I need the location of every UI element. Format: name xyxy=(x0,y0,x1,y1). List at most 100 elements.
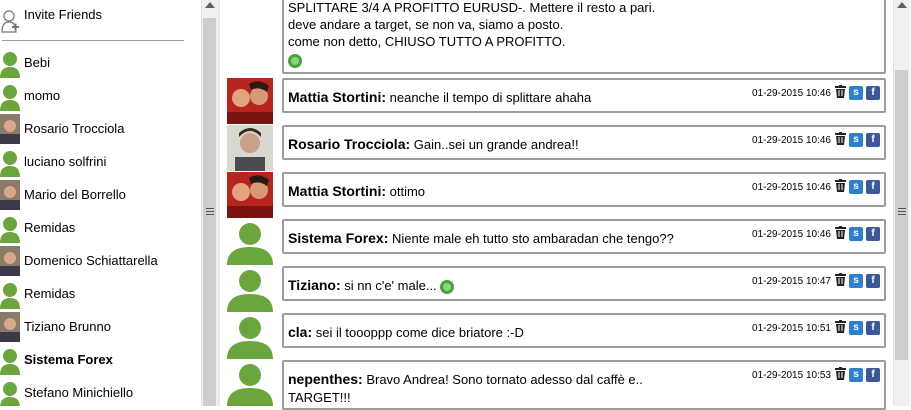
default-user-icon xyxy=(0,213,20,243)
sender-name[interactable]: cla: xyxy=(288,324,312,340)
user-list-item[interactable]: Remidas xyxy=(0,213,200,243)
message-content: Mattia Stortini: ottimo xyxy=(288,182,728,201)
facebook-icon[interactable]: f xyxy=(866,274,880,288)
user-list-item[interactable]: luciano solfrini xyxy=(0,147,200,177)
user-list-item[interactable]: Sistema Forex xyxy=(0,345,200,375)
trash-icon[interactable] xyxy=(835,132,846,148)
sender-name[interactable]: Mattia Stortini: xyxy=(288,183,386,199)
trash-icon[interactable] xyxy=(835,273,846,289)
message-bubble: SPLITTARE 3/4 A PROFITTO EURUSD-. Metter… xyxy=(282,0,886,74)
sidebar-divider xyxy=(2,40,184,41)
sidebar-scrollbar[interactable] xyxy=(201,0,218,406)
user-list-item[interactable]: Mario del Borrello xyxy=(0,180,200,210)
message-text: neanche il tempo di splittare ahaha xyxy=(389,90,592,105)
share-icon[interactable]: s xyxy=(849,368,863,382)
facebook-icon[interactable]: f xyxy=(866,86,880,100)
message-timestamp: 01-29-2015 10:46 xyxy=(752,181,831,193)
share-icon[interactable]: s xyxy=(849,180,863,194)
facebook-icon[interactable]: f xyxy=(866,227,880,241)
scroll-up-arrow-icon[interactable] xyxy=(897,2,907,8)
message-bubble: Rosario Trocciola: Gain..sei un grande a… xyxy=(282,125,886,160)
user-name: Domenico Schiattarella xyxy=(24,253,158,268)
avatar xyxy=(227,125,273,171)
message-bubble: cla: sei il toooppp come dice briatore :… xyxy=(282,313,886,348)
message-actions: 01-29-2015 10:46 s f xyxy=(752,85,880,101)
message-actions: 01-29-2015 10:46 s f xyxy=(752,132,880,148)
sender-name[interactable]: Mattia Stortini: xyxy=(288,89,386,105)
user-name: Stefano Minichiello xyxy=(24,385,134,400)
invite-friends-label: Invite Friends xyxy=(24,7,103,22)
user-list-item[interactable]: Bebi xyxy=(0,48,200,78)
facebook-icon[interactable]: f xyxy=(866,321,880,335)
message-content: Tiziano: si nn c'e' male... xyxy=(288,276,728,295)
smiley-icon xyxy=(440,279,455,294)
share-icon[interactable]: s xyxy=(849,321,863,335)
message-text: Bravo Andrea! Sono tornato adesso dal ca… xyxy=(366,372,643,387)
message-text: ottimo xyxy=(389,184,426,199)
user-list-item[interactable]: Rosario Trocciola xyxy=(0,114,200,144)
add-user-icon xyxy=(1,10,19,33)
user-name: Remidas xyxy=(24,220,76,235)
default-user-icon xyxy=(0,378,20,406)
message-bubble: nepenthes: Bravo Andrea! Sono tornato ad… xyxy=(282,360,886,410)
default-user-icon xyxy=(0,147,20,177)
default-user-icon xyxy=(0,81,20,111)
message-actions: 01-29-2015 10:51 s f xyxy=(752,320,880,336)
message-timestamp: 01-29-2015 10:53 xyxy=(752,369,831,381)
avatar xyxy=(0,114,20,144)
trash-icon[interactable] xyxy=(835,226,846,242)
user-name: Rosario Trocciola xyxy=(24,121,125,136)
sender-name[interactable]: nepenthes: xyxy=(288,371,363,387)
message-bubble: Mattia Stortini: ottimo 01-29-2015 10:46 s… xyxy=(282,172,886,207)
invite-friends-button[interactable]: Invite Friends xyxy=(0,0,200,40)
trash-icon[interactable] xyxy=(835,320,846,336)
message-actions: 01-29-2015 10:53 s f xyxy=(752,367,880,383)
user-list-item[interactable]: Stefano Minichiello xyxy=(0,378,200,406)
trash-icon[interactable] xyxy=(835,367,846,383)
user-list-item[interactable]: momo xyxy=(0,81,200,111)
message-text: sei il toooppp come dice briatore :-D xyxy=(315,325,524,340)
message-text-line: come non detto, CHIUSO TUTTO A PROFITTO. xyxy=(288,34,566,49)
message-text: si nn c'e' male... xyxy=(344,278,437,293)
default-user-icon xyxy=(227,360,273,406)
trash-icon[interactable] xyxy=(835,85,846,101)
trash-icon[interactable] xyxy=(835,179,846,195)
scroll-up-arrow-icon[interactable] xyxy=(205,2,215,8)
user-list-item[interactable]: Remidas xyxy=(0,279,200,309)
user-name: luciano solfrini xyxy=(24,154,107,169)
default-user-icon xyxy=(0,345,20,375)
scroll-grip-icon xyxy=(206,208,214,216)
message-timestamp: 01-29-2015 10:46 xyxy=(752,134,831,146)
message-actions: 01-29-2015 10:46 s f xyxy=(752,179,880,195)
avatar xyxy=(227,172,273,218)
avatar xyxy=(227,78,273,124)
share-icon[interactable]: s xyxy=(849,227,863,241)
message-timestamp: 01-29-2015 10:47 xyxy=(752,275,831,287)
sender-name[interactable]: Sistema Forex: xyxy=(288,230,388,246)
message-text-line: deve andare a target, se non va, siamo a… xyxy=(288,17,564,32)
chat-scrollbar[interactable] xyxy=(893,0,910,406)
share-icon[interactable]: s xyxy=(849,133,863,147)
user-name: Bebi xyxy=(24,55,51,70)
user-list-item[interactable]: Tiziano Brunno xyxy=(0,312,200,342)
user-list-item[interactable]: Domenico Schiattarella xyxy=(0,246,200,276)
avatar xyxy=(0,180,20,210)
message-timestamp: 01-29-2015 10:46 xyxy=(752,87,831,99)
message-content: Mattia Stortini: neanche il tempo di spl… xyxy=(288,88,728,107)
user-name: Mario del Borrello xyxy=(24,187,126,202)
default-user-icon xyxy=(0,48,20,78)
avatar xyxy=(0,246,20,276)
message-content: nepenthes: Bravo Andrea! Sono tornato ad… xyxy=(288,370,728,407)
facebook-icon[interactable]: f xyxy=(866,368,880,382)
user-name: Remidas xyxy=(24,286,76,301)
facebook-icon[interactable]: f xyxy=(866,133,880,147)
avatar xyxy=(0,312,20,342)
sender-name[interactable]: Tiziano: xyxy=(288,277,341,293)
share-icon[interactable]: s xyxy=(849,86,863,100)
message-actions: 01-29-2015 10:47 s f xyxy=(752,273,880,289)
share-icon[interactable]: s xyxy=(849,274,863,288)
facebook-icon[interactable]: f xyxy=(866,180,880,194)
user-name: Tiziano Brunno xyxy=(24,319,111,334)
sender-name[interactable]: Rosario Trocciola: xyxy=(288,136,410,152)
message-text-line: SPLITTARE 3/4 A PROFITTO EURUSD-. Metter… xyxy=(288,0,656,15)
